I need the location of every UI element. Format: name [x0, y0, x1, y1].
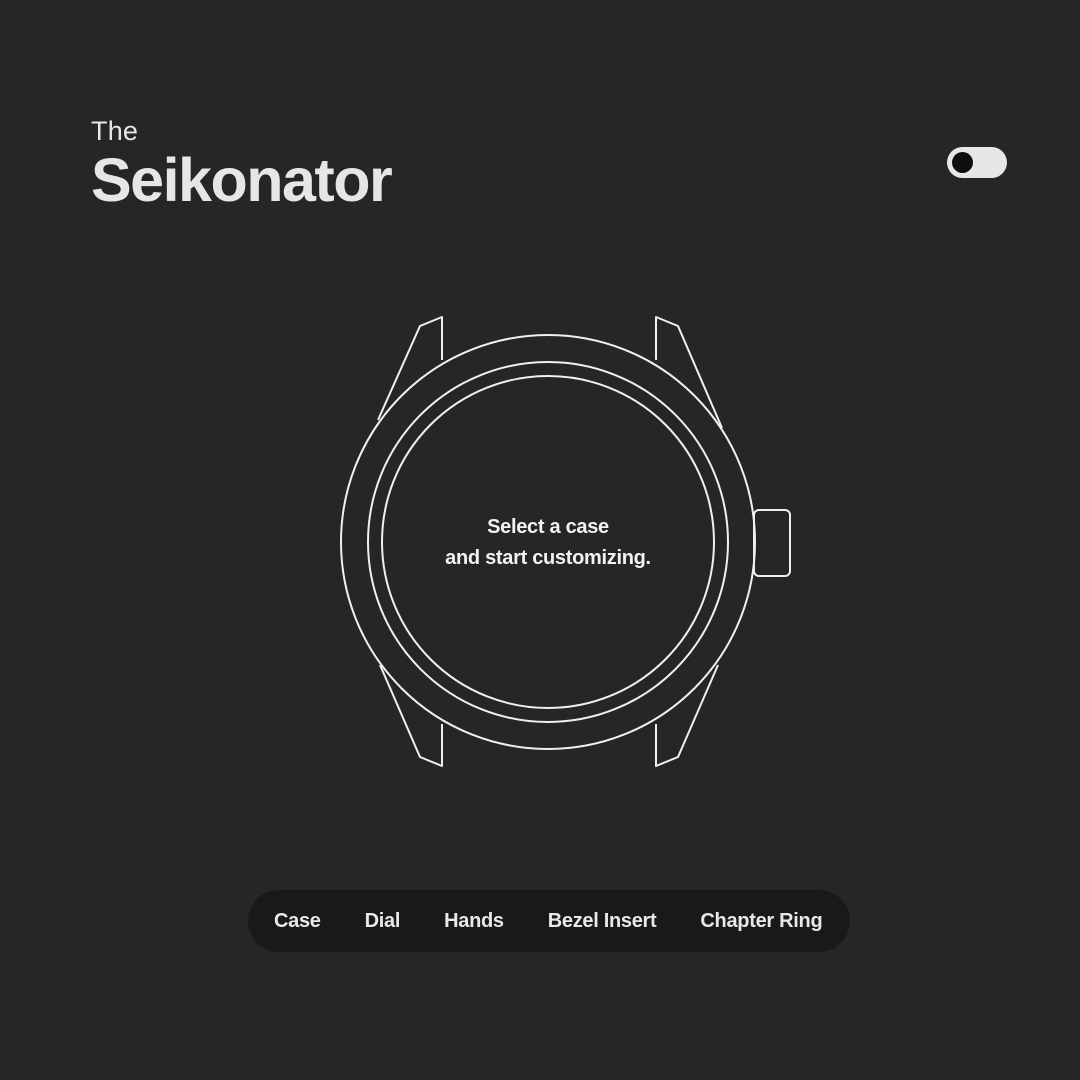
prompt-line-2: and start customizing. [445, 547, 651, 569]
customization-tab-bar: Case Dial Hands Bezel Insert Chapter Rin… [248, 890, 850, 952]
theme-toggle[interactable] [947, 147, 1007, 178]
tab-dial[interactable]: Dial [365, 910, 401, 933]
tab-chapter-ring[interactable]: Chapter Ring [700, 910, 822, 933]
toggle-knob [952, 152, 973, 173]
prompt-line-1: Select a case [487, 516, 609, 538]
tab-hands[interactable]: Hands [444, 910, 504, 933]
app-logo: The Seikonator [91, 116, 393, 214]
title-prefix: The [91, 116, 139, 146]
select-case-prompt: Select a case and start customizing. [380, 512, 716, 574]
tab-bezel-insert[interactable]: Bezel Insert [548, 910, 657, 933]
app-title: Seikonator [91, 146, 393, 214]
tab-case[interactable]: Case [274, 910, 321, 933]
